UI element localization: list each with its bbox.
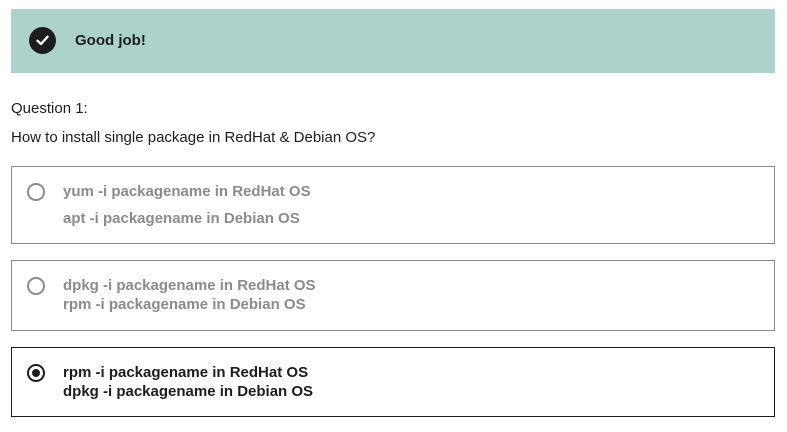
answer-option-2[interactable]: dpkg -i packagename in RedHat OS rpm -i … bbox=[11, 260, 775, 331]
answer-line-redhat: yum -i packagename in RedHat OS bbox=[63, 183, 311, 200]
answer-line-debian: dpkg -i packagename in Debian OS bbox=[63, 383, 314, 400]
answer-option-1[interactable]: yum -i packagename in RedHat OS apt -i p… bbox=[11, 166, 775, 244]
answer-line-redhat: dpkg -i packagename in RedHat OS bbox=[63, 277, 316, 294]
answer-option-text: dpkg -i packagename in RedHat OS rpm -i … bbox=[63, 276, 316, 314]
radio-button-unselected[interactable] bbox=[27, 183, 45, 201]
question-prompt: How to install single package in RedHat … bbox=[11, 129, 376, 146]
answer-line-debian: apt -i packagename in Debian OS bbox=[63, 210, 300, 227]
answer-line-debian: rpm -i packagename in Debian OS bbox=[63, 296, 306, 313]
question-number: Question 1: bbox=[11, 100, 88, 117]
result-banner: Good job! bbox=[11, 9, 775, 73]
answer-line-redhat: rpm -i packagename in RedHat OS bbox=[63, 364, 309, 381]
check-circle-icon bbox=[29, 27, 56, 54]
radio-selected-dot bbox=[32, 369, 40, 377]
radio-button-unselected[interactable] bbox=[27, 277, 45, 295]
answer-option-text: rpm -i packagename in RedHat OS dpkg -i … bbox=[63, 363, 313, 401]
answer-option-text: yum -i packagename in RedHat OS apt -i p… bbox=[63, 182, 311, 229]
radio-button-selected[interactable] bbox=[27, 364, 45, 382]
answer-option-3[interactable]: rpm -i packagename in RedHat OS dpkg -i … bbox=[11, 347, 775, 417]
checkmark-icon bbox=[36, 35, 49, 46]
result-message: Good job! bbox=[75, 32, 146, 49]
